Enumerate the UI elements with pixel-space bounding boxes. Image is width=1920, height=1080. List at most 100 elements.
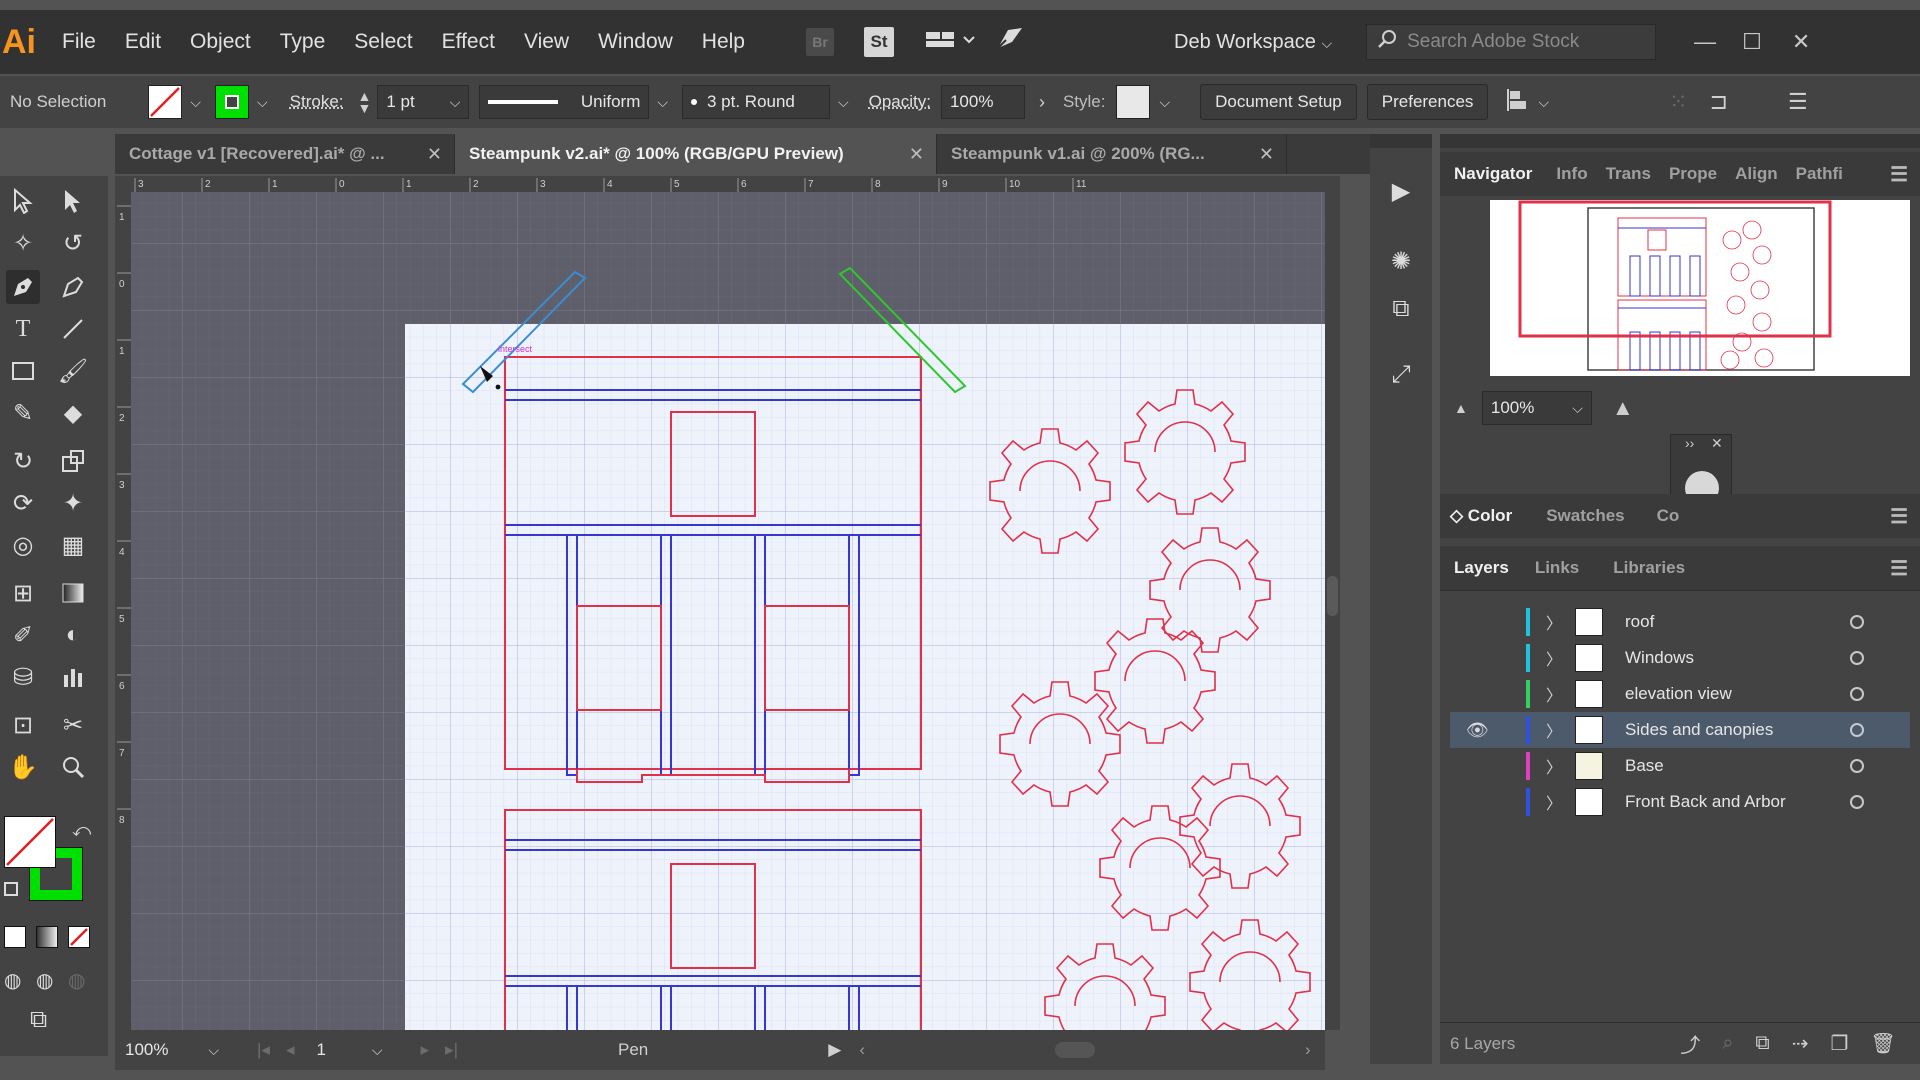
panel-menu-icon[interactable]: ☰ xyxy=(1890,504,1908,529)
stock-button[interactable]: St xyxy=(864,27,894,57)
export-icon[interactable]: ⤢ xyxy=(1384,358,1418,392)
none-mode-icon[interactable] xyxy=(68,926,90,948)
fill-swatch[interactable] xyxy=(148,85,183,119)
graphic-style-swatch[interactable] xyxy=(1115,85,1150,119)
layer-row-front-back-and-arbor[interactable]: 〉 Front Back and Arbor xyxy=(1450,784,1910,820)
screen-mode-icon[interactable]: ⧉ xyxy=(30,1006,47,1034)
maximize-button[interactable]: ☐ xyxy=(1742,29,1762,55)
lasso-tool-icon[interactable]: ↺ xyxy=(56,226,90,260)
zoom-in-icon[interactable]: ▲ xyxy=(1612,395,1634,421)
isolate-icon[interactable]: ⁙ xyxy=(1669,89,1687,115)
menu-edit[interactable]: Edit xyxy=(125,30,161,54)
brush-definition[interactable]: 3 pt. Round xyxy=(681,85,830,119)
zoom-tool-icon[interactable] xyxy=(56,750,90,784)
perspective-grid-tool-icon[interactable]: ▦ xyxy=(56,528,90,562)
previous-artboard-icon[interactable]: ◂ xyxy=(286,1040,295,1060)
chevron-right-icon[interactable]: 〉 xyxy=(1546,610,1562,634)
fill-dropdown-icon[interactable]: ⌵ xyxy=(190,94,201,111)
layer-row-base[interactable]: 〉 Base xyxy=(1450,748,1910,784)
gradient-tool-icon[interactable] xyxy=(56,576,90,610)
tab-properties[interactable]: Prope xyxy=(1669,164,1717,184)
draw-normal-icon[interactable]: ◍ xyxy=(4,968,21,993)
align-icon[interactable] xyxy=(1506,87,1532,118)
clipping-mask-icon[interactable]: ⧉ xyxy=(1755,1032,1769,1055)
stock-search-input[interactable]: Search Adobe Stock xyxy=(1366,24,1657,60)
layer-row-roof[interactable]: 〉 roof xyxy=(1450,604,1910,640)
paintbrush-tool-icon[interactable]: 🖌 xyxy=(56,354,90,388)
menu-effect[interactable]: Effect xyxy=(442,30,495,54)
navigator-preview[interactable] xyxy=(1490,200,1910,376)
tab-links[interactable]: Links xyxy=(1535,558,1579,578)
eye-icon[interactable]: 👁 xyxy=(1466,720,1489,741)
zoom-level-field[interactable]: 100% ⌵ xyxy=(117,1033,227,1067)
bridge-button[interactable]: Br xyxy=(806,28,834,56)
chevron-right-icon[interactable]: 〉 xyxy=(1546,682,1562,706)
draw-inside-icon[interactable]: ◍ xyxy=(68,968,85,993)
first-artboard-icon[interactable]: |◂ xyxy=(257,1040,270,1060)
layer-row-sides-and-canopies[interactable]: 👁 〉 Sides and canopies xyxy=(1450,712,1910,748)
tab-libraries[interactable]: Libraries xyxy=(1613,558,1685,578)
rotate-tool-icon[interactable]: ↻ xyxy=(6,444,40,478)
stroke-weight-field[interactable]: 1 pt ⌵ xyxy=(377,85,470,119)
tab-transform[interactable]: Trans xyxy=(1606,164,1651,184)
shape-builder-tool-icon[interactable]: ◎ xyxy=(6,528,40,562)
panel-menu-icon[interactable]: ☰ xyxy=(1890,556,1908,581)
dock-header[interactable] xyxy=(1370,134,1432,148)
variable-width-profile[interactable]: Uniform xyxy=(479,85,650,119)
arrange-documents-icon[interactable] xyxy=(924,27,976,58)
menu-type[interactable]: Type xyxy=(280,30,326,54)
canvas-area[interactable]: 3 2 1 0 1 2 3 4 5 6 7 8 9 10 11 1012345678 xyxy=(115,176,1340,1030)
minimize-button[interactable]: — xyxy=(1694,29,1716,55)
line-segment-tool-icon[interactable] xyxy=(56,312,90,346)
tab-pathfinder[interactable]: Pathfi xyxy=(1796,164,1843,184)
close-button[interactable]: ✕ xyxy=(1792,29,1810,55)
workspace-switcher[interactable]: Deb Workspace ⌵ xyxy=(1174,31,1332,54)
export-assets-icon[interactable]: ⤴ xyxy=(1680,1029,1700,1058)
column-graph-tool-icon[interactable] xyxy=(56,660,90,694)
stroke-swatch[interactable] xyxy=(215,85,250,119)
symbol-sprayer-tool-icon[interactable]: ⛁ xyxy=(6,660,40,694)
close-icon[interactable]: ✕ xyxy=(1259,144,1274,165)
status-menu-icon[interactable]: ▶ xyxy=(828,1040,841,1060)
tab-color-guide[interactable]: Co xyxy=(1657,506,1680,526)
style-dropdown-icon[interactable]: ⌵ xyxy=(1160,94,1171,111)
brushes-icon[interactable]: ✺ xyxy=(1384,244,1418,278)
pen-tool-icon[interactable] xyxy=(6,270,40,304)
profile-dropdown-icon[interactable]: ⌵ xyxy=(657,94,668,111)
eyedropper-tool-icon[interactable]: ✐ xyxy=(6,618,40,652)
menu-object[interactable]: Object xyxy=(190,30,251,54)
artboard-canvas[interactable]: 3 2 1 0 1 2 3 4 5 6 7 8 9 10 11 1012345678 xyxy=(115,176,1340,1030)
scroll-left-icon[interactable]: ‹ xyxy=(859,1040,865,1060)
close-icon[interactable]: ✕ xyxy=(427,144,442,165)
tab-navigator[interactable]: Navigator xyxy=(1454,164,1532,184)
layer-target-icon[interactable] xyxy=(1850,615,1864,629)
tab-info[interactable]: Info xyxy=(1556,164,1587,184)
close-icon[interactable]: ✕ xyxy=(1711,435,1723,452)
layer-row-elevation-view[interactable]: 〉 elevation view xyxy=(1450,676,1910,712)
rectangle-tool-icon[interactable] xyxy=(6,354,40,388)
align-dropdown-icon[interactable]: ⌵ xyxy=(1538,94,1549,111)
stroke-dropdown-icon[interactable]: ⌵ xyxy=(257,94,268,111)
chevron-right-icon[interactable]: 〉 xyxy=(1546,754,1562,778)
chevron-right-icon[interactable]: › xyxy=(1039,92,1045,113)
eraser-tool-icon[interactable]: ◆ xyxy=(56,396,90,430)
magic-wand-tool-icon[interactable]: ✧ xyxy=(6,226,40,260)
new-sublayer-icon[interactable]: ⇢ xyxy=(1792,1031,1809,1056)
layer-target-icon[interactable] xyxy=(1850,651,1864,665)
document-setup-button[interactable]: Document Setup xyxy=(1200,84,1357,120)
scale-tool-icon[interactable] xyxy=(56,444,90,478)
transform-panel-icon[interactable]: ⧉ xyxy=(1384,292,1418,326)
scroll-right-icon[interactable]: › xyxy=(1305,1040,1311,1060)
layer-target-icon[interactable] xyxy=(1850,723,1864,737)
width-tool-icon[interactable]: ⟳ xyxy=(6,486,40,520)
navigator-zoom-field[interactable]: 100% ⌵ xyxy=(1481,391,1592,425)
new-layer-icon[interactable]: ❐ xyxy=(1830,1031,1848,1056)
tab-layers[interactable]: Layers xyxy=(1454,558,1509,578)
color-mode-icon[interactable] xyxy=(4,926,26,948)
delete-layer-icon[interactable]: 🗑 xyxy=(1870,1031,1895,1056)
expand-panel-icon[interactable]: ›› xyxy=(1685,435,1694,451)
artboard-number-field[interactable]: 1 ⌵ xyxy=(308,1033,391,1067)
tab-cottage-v1[interactable]: Cottage v1 [Recovered].ai* @ ... ✕ xyxy=(115,134,455,174)
layer-row-windows[interactable]: 〉 Windows xyxy=(1450,640,1910,676)
mesh-tool-icon[interactable]: ⊞ xyxy=(6,576,40,610)
